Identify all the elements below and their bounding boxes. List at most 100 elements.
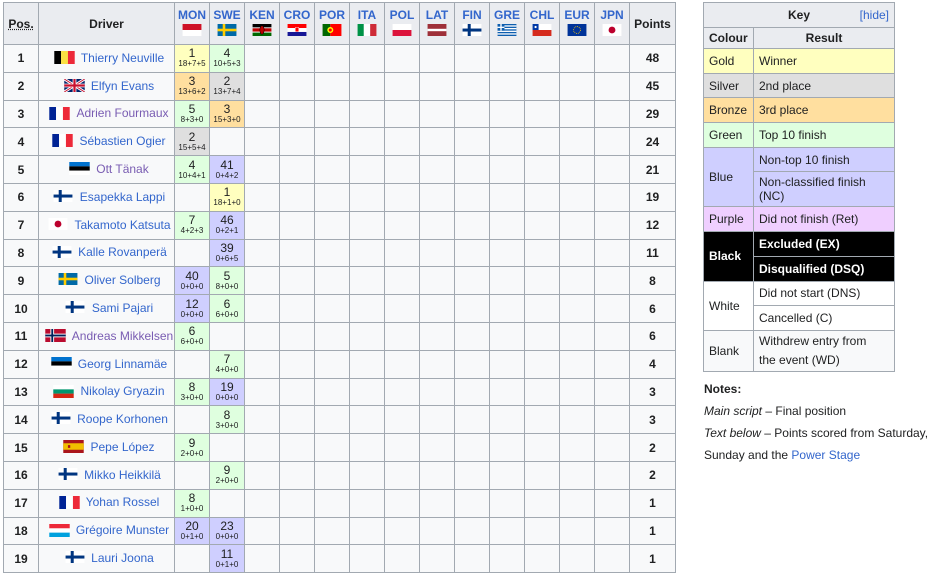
ita-flag-icon xyxy=(356,24,378,38)
event-link-mon[interactable]: MON xyxy=(175,8,209,22)
event-link-cro[interactable]: CRO xyxy=(280,8,314,22)
empty-cell-ita xyxy=(349,433,385,462)
table-row: 17 Yohan Rossel 8 1+0+0 1 xyxy=(3,488,676,518)
result-position: 46 xyxy=(220,213,234,228)
cro-flag-icon xyxy=(286,24,308,38)
est-flag-icon xyxy=(50,356,73,372)
event-link-ita[interactable]: ITA xyxy=(350,8,384,22)
event-link-lat[interactable]: LAT xyxy=(420,8,454,22)
result-points: 0+1+0 xyxy=(215,559,239,569)
notes: Notes: Main script – Final position Text… xyxy=(704,378,930,466)
result-cell-swe: 46 0+2+1 xyxy=(209,210,245,240)
empty-cell-por xyxy=(314,349,350,379)
result-position: 19 xyxy=(220,379,234,394)
hide-link[interactable]: [hide] xyxy=(860,8,889,22)
driver-link[interactable]: Yohan Rossel xyxy=(86,495,160,509)
driver-link[interactable]: Takamoto Katsuta xyxy=(74,218,170,232)
event-link-ken[interactable]: KEN xyxy=(245,8,279,22)
result-position: 4 xyxy=(188,157,196,172)
driver-link[interactable]: Esapekka Lappi xyxy=(80,190,165,204)
nor-flag-icon xyxy=(44,329,67,344)
standings-table: Pos. Driver MON SWE KEN CRO POR ITA POL LAT FIN G… xyxy=(3,2,676,573)
empty-cell-pol xyxy=(384,433,420,462)
empty-cell-cro xyxy=(279,99,315,129)
driver-link[interactable]: Georg Linnamäe xyxy=(78,357,167,371)
empty-cell-cro xyxy=(279,321,315,351)
empty-cell-lat xyxy=(419,488,455,518)
empty-cell-cro xyxy=(279,460,315,490)
key-ret: Did not finish (Ret) xyxy=(753,206,895,233)
position-cell: 9 xyxy=(3,266,39,296)
result-cell-mon: 4 10+4+1 xyxy=(174,155,210,184)
empty-cell-jpn xyxy=(594,405,630,435)
driver-link[interactable]: Oliver Solberg xyxy=(84,273,160,287)
table-row: 18 Grégoire Munster 20 0+1+0 23 0+0+0 1 xyxy=(3,516,676,546)
event-link-gre[interactable]: GRE xyxy=(490,8,524,22)
empty-cell-jpn xyxy=(594,377,630,407)
driver-link[interactable]: Adrien Fourmaux xyxy=(76,106,168,120)
event-link-por[interactable]: POR xyxy=(315,8,349,22)
driver-link[interactable]: Thierry Neuville xyxy=(81,51,164,65)
empty-cell-jpn xyxy=(594,294,630,323)
position-cell: 19 xyxy=(3,544,39,573)
event-link-eur[interactable]: EUR xyxy=(560,8,594,22)
driver-link[interactable]: Sébastien Ogier xyxy=(79,134,165,148)
position-cell: 14 xyxy=(3,405,39,435)
points-cell: 3 xyxy=(629,377,676,407)
empty-cell-pol xyxy=(384,544,420,573)
empty-cell-chl xyxy=(524,294,560,323)
power-stage-link[interactable]: Power Stage xyxy=(791,448,860,462)
driver-link[interactable]: Pepe López xyxy=(90,440,154,454)
driver-link[interactable]: Ott Tänak xyxy=(96,162,148,176)
empty-cell-fin xyxy=(454,210,490,240)
event-header-fin: FIN xyxy=(454,2,490,45)
table-row: 11 Andreas Mikkelsen 6 6+0+0 6 xyxy=(3,321,676,351)
empty-cell-fin xyxy=(454,182,490,212)
empty-cell-ken xyxy=(244,266,280,296)
empty-cell-cro xyxy=(279,377,315,407)
lux-flag-icon xyxy=(48,523,71,539)
gre-flag-icon xyxy=(496,24,518,38)
empty-cell-mon xyxy=(174,349,210,379)
driver-link[interactable]: Andreas Mikkelsen xyxy=(72,329,173,343)
driver-cell: Adrien Fourmaux xyxy=(38,99,175,129)
empty-cell-gre xyxy=(489,405,525,435)
driver-link[interactable]: Sami Pajari xyxy=(92,301,153,315)
key-nc: Non-classified finish (NC) xyxy=(753,171,895,208)
driver-link[interactable]: Roope Korhonen xyxy=(77,412,168,426)
result-position: 12 xyxy=(185,296,199,311)
empty-cell-pol xyxy=(384,44,420,73)
driver-link[interactable]: Kalle Rovanperä xyxy=(78,245,167,259)
driver-link[interactable]: Lauri Joona xyxy=(91,551,154,565)
position-cell: 13 xyxy=(3,377,39,407)
event-link-pol[interactable]: POL xyxy=(385,8,419,22)
result-position: 7 xyxy=(223,352,231,367)
driver-link[interactable]: Elfyn Evans xyxy=(91,79,154,93)
note-line-2: Text below – Points scored from Saturday… xyxy=(704,426,929,440)
result-points: 6+0+0 xyxy=(180,337,204,347)
empty-cell-ken xyxy=(244,488,280,518)
event-link-fin[interactable]: FIN xyxy=(455,8,489,22)
empty-cell-eur xyxy=(559,321,595,351)
result-position: 2 xyxy=(223,74,231,89)
points-cell: 48 xyxy=(629,44,676,73)
position-cell: 5 xyxy=(3,155,39,184)
empty-cell-lat xyxy=(419,294,455,323)
event-header-mon: MON xyxy=(174,2,210,45)
fin-flag-icon xyxy=(64,301,87,316)
driver-link[interactable]: Nikolay Gryazin xyxy=(80,384,164,398)
result-points: 2+0+0 xyxy=(215,476,239,486)
jpn-flag-icon xyxy=(601,24,623,38)
empty-cell-gre xyxy=(489,127,525,157)
empty-cell-lat xyxy=(419,238,455,268)
empty-cell-cro xyxy=(279,44,315,73)
empty-cell-por xyxy=(314,182,350,212)
event-link-chl[interactable]: CHL xyxy=(525,8,559,22)
driver-link[interactable]: Grégoire Munster xyxy=(76,523,169,537)
empty-cell-jpn xyxy=(594,238,630,268)
event-link-swe[interactable]: SWE xyxy=(210,8,244,22)
driver-link[interactable]: Mikko Heikkilä xyxy=(84,468,161,482)
position-cell: 1 xyxy=(3,44,39,73)
event-link-jpn[interactable]: JPN xyxy=(595,8,629,22)
swe-flag-icon xyxy=(56,273,79,288)
